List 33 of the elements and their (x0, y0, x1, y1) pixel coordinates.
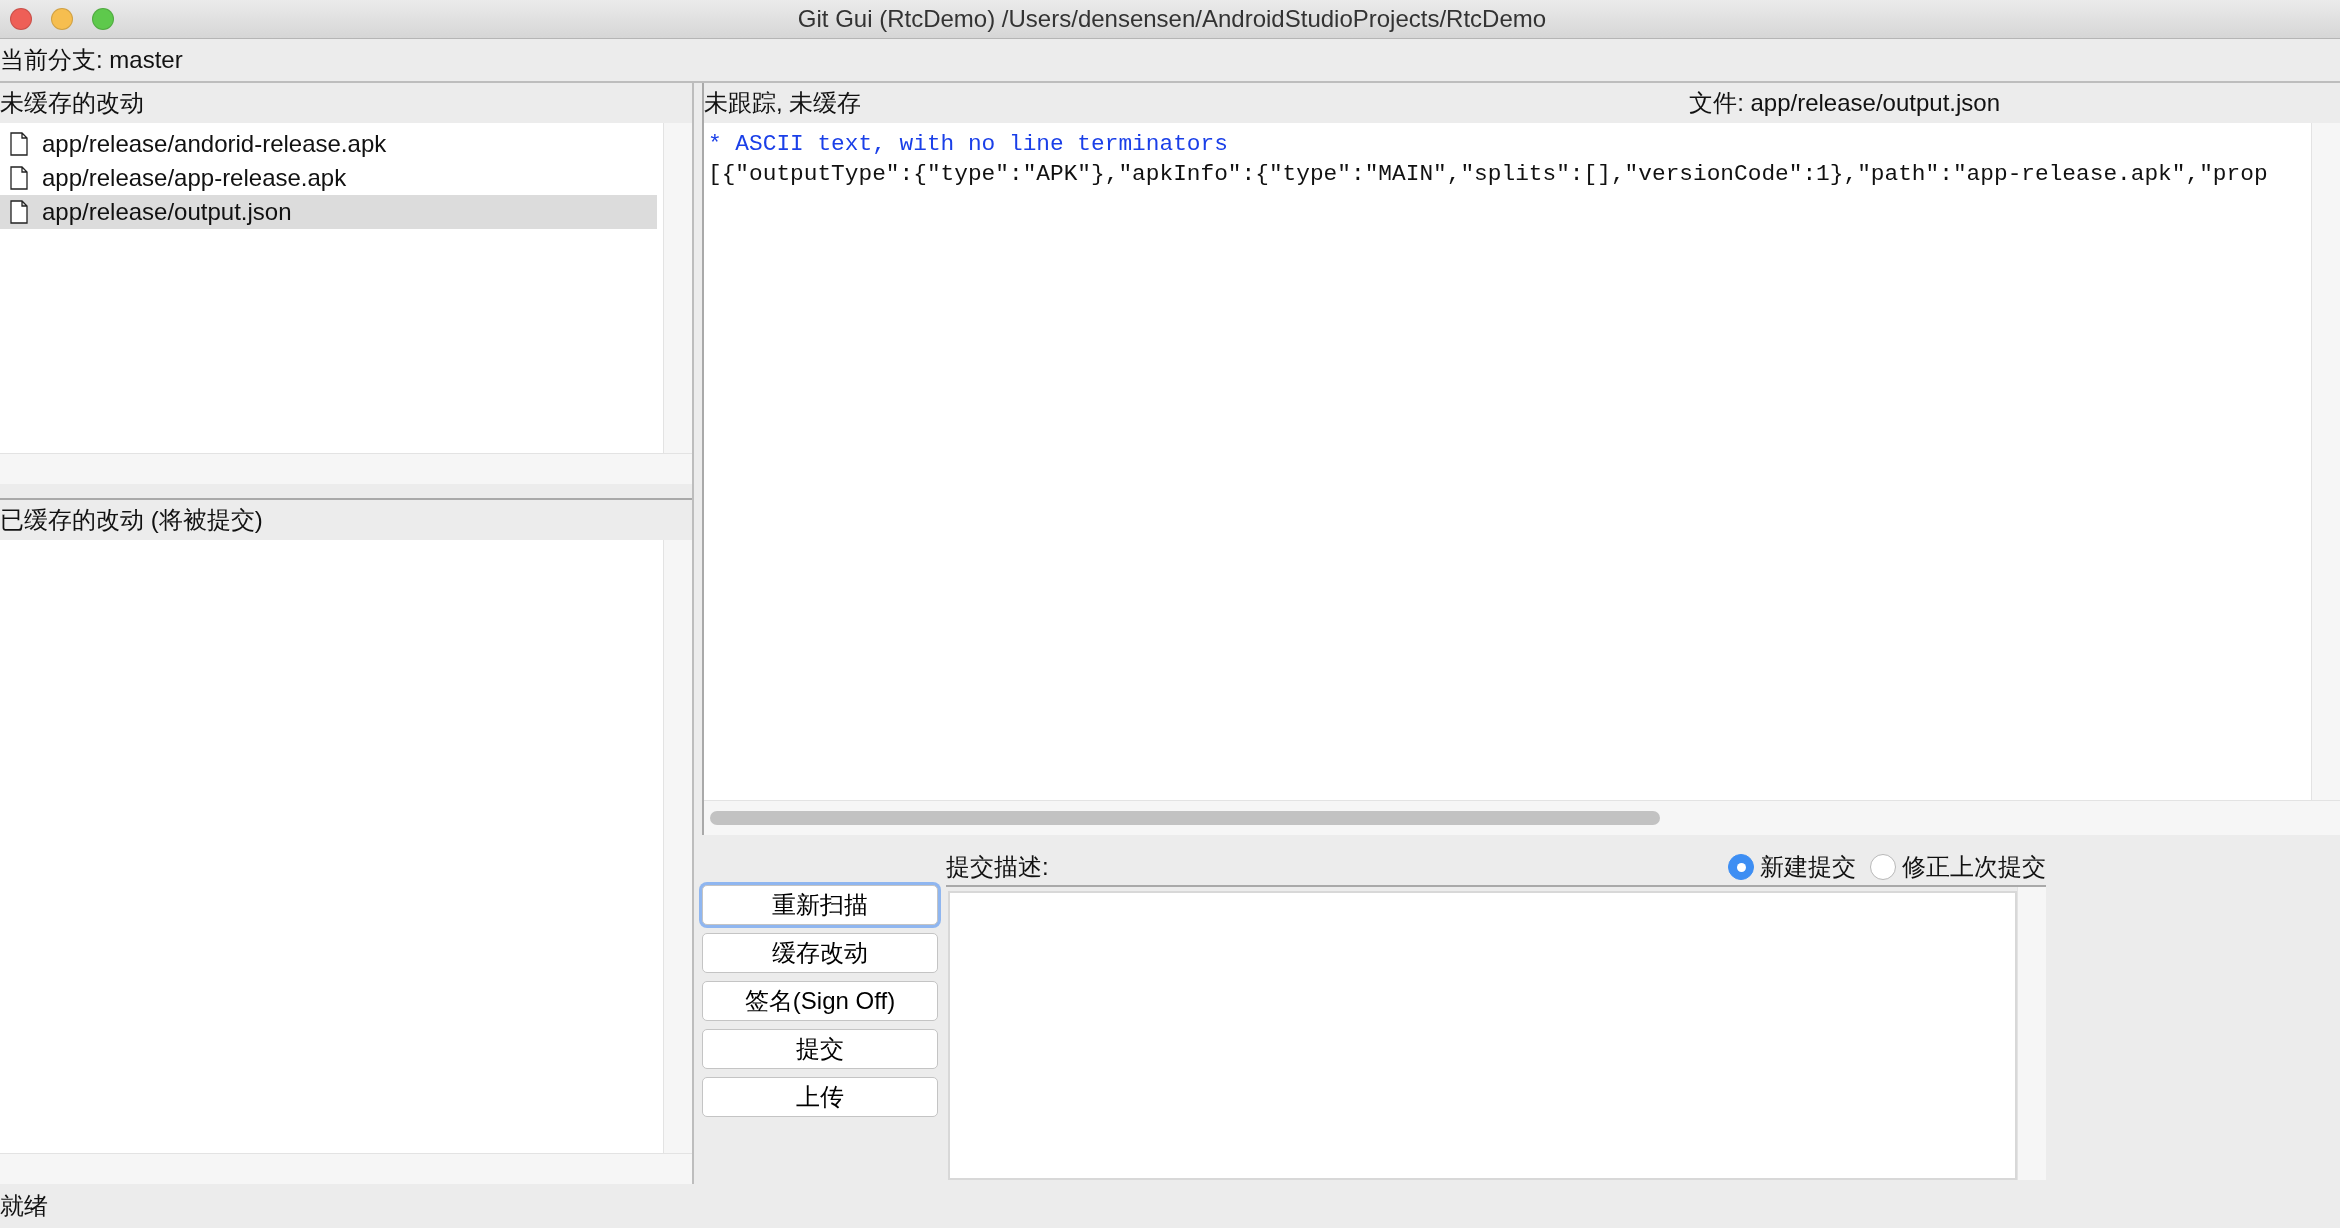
scrollbar[interactable] (663, 123, 692, 453)
scrollbar[interactable] (2311, 123, 2340, 800)
diff-status: 未跟踪, 未缓存 (704, 88, 862, 118)
minimize-icon[interactable] (51, 8, 73, 30)
close-icon[interactable] (10, 8, 32, 30)
file-item[interactable]: app/release/andorid-release.apk (0, 127, 657, 161)
file-item[interactable]: app/release/output.json (0, 195, 657, 229)
branch-label: 当前分支: master (0, 45, 183, 75)
action-button[interactable]: 签名(Sign Off) (702, 981, 938, 1021)
file-item[interactable]: app/release/app-release.apk (0, 161, 657, 195)
window-title: Git Gui (RtcDemo) /Users/densensen/AndroidStudioProjects/RtcDemo (796, 5, 1548, 33)
file-icon (10, 200, 28, 224)
file-icon (10, 132, 28, 156)
commit-message-field[interactable] (948, 891, 2017, 1180)
commit-mode-radio[interactable]: 新建提交 (1728, 851, 1856, 883)
action-button[interactable]: 缓存改动 (702, 933, 938, 973)
scrollbar[interactable] (0, 1153, 692, 1184)
scrollbar[interactable] (663, 540, 692, 1153)
unstaged-header: 未缓存的改动 (0, 88, 144, 118)
file-icon (10, 166, 28, 190)
scrollbar[interactable] (704, 800, 2340, 835)
action-button[interactable]: 重新扫描 (702, 885, 938, 925)
action-button[interactable]: 提交 (702, 1029, 938, 1069)
staged-header: 已缓存的改动 (将被提交) (0, 505, 263, 535)
scrollbar[interactable] (0, 453, 692, 484)
commit-mode-radio[interactable]: 修正上次提交 (1870, 851, 2046, 883)
scrollbar[interactable] (2017, 887, 2046, 1180)
action-button[interactable]: 上传 (702, 1077, 938, 1117)
commit-message-label: 提交描述: (946, 852, 1049, 882)
diff-view: * ASCII text, with no line terminators [{"outputType":{"type":"APK"},"apkInfo":{"type":"MAIN","splits":[],"versionCode":1},"path":"app-release.apk","prop (707, 130, 2269, 189)
maximize-icon[interactable] (92, 8, 114, 30)
status-text: 就绪 (0, 1191, 48, 1221)
diff-file-label: 文件: app/release/output.json (1689, 88, 2000, 118)
